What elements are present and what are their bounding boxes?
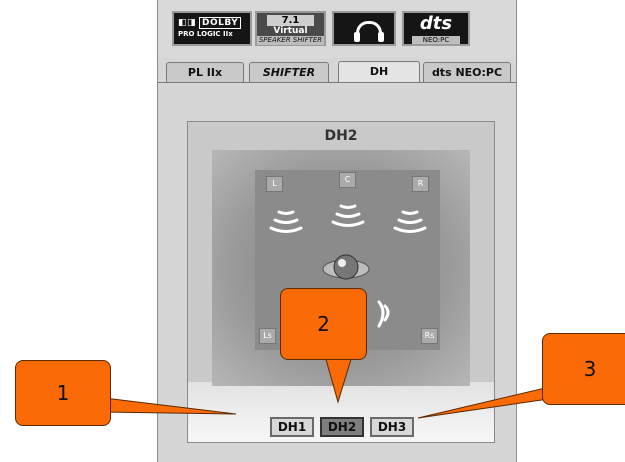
callout-3: 3 [542,333,625,405]
callout-1-pointer [95,396,237,415]
callout-2-pointer [324,355,353,404]
callout-3-pointer [417,387,557,419]
callout-2: 2 [280,288,367,360]
callout-1: 1 [15,360,111,426]
